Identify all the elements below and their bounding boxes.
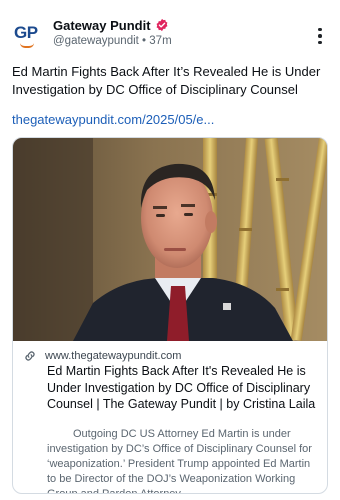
link-domain-row: www.thegatewaypundit.com bbox=[23, 349, 181, 363]
author-meta: @gatewaypundit • 37m bbox=[53, 35, 172, 47]
more-dot bbox=[318, 27, 322, 32]
author-handle[interactable]: @gatewaypundit bbox=[53, 35, 139, 47]
post: GP Gateway Pundit @gatewaypundit • 37m E… bbox=[0, 0, 340, 500]
more-dot bbox=[318, 40, 322, 45]
avatar-logo-swoosh bbox=[20, 43, 34, 48]
link-preview-image bbox=[13, 138, 327, 341]
avatar[interactable]: GP bbox=[12, 17, 45, 50]
meta-separator: • bbox=[142, 35, 147, 47]
verified-badge-icon bbox=[156, 18, 167, 32]
post-time[interactable]: 37m bbox=[149, 35, 171, 47]
post-link[interactable]: thegatewaypundit.com/2025/05/e... bbox=[12, 111, 328, 129]
more-options-icon[interactable] bbox=[312, 25, 328, 47]
link-icon bbox=[25, 351, 35, 361]
link-description: Outgoing DC US Attorney Ed Martin is und… bbox=[47, 428, 312, 494]
avatar-logo-text: GP bbox=[14, 23, 38, 42]
author-name-row: Gateway Pundit bbox=[53, 16, 169, 34]
post-text: Ed Martin Fights Back After It’s Reveale… bbox=[12, 64, 321, 97]
link-title: Ed Martin Fights Back After It's Reveale… bbox=[47, 364, 316, 411]
post-header: GP Gateway Pundit @gatewaypundit • 37m bbox=[12, 15, 328, 51]
author-display-name[interactable]: Gateway Pundit bbox=[53, 18, 151, 33]
link-preview-photo bbox=[13, 138, 327, 341]
link-domain: www.thegatewaypundit.com bbox=[45, 350, 182, 362]
link-preview-card[interactable]: www.thegatewaypundit.com Ed Martin Fight… bbox=[12, 137, 328, 494]
more-dot bbox=[318, 34, 322, 38]
